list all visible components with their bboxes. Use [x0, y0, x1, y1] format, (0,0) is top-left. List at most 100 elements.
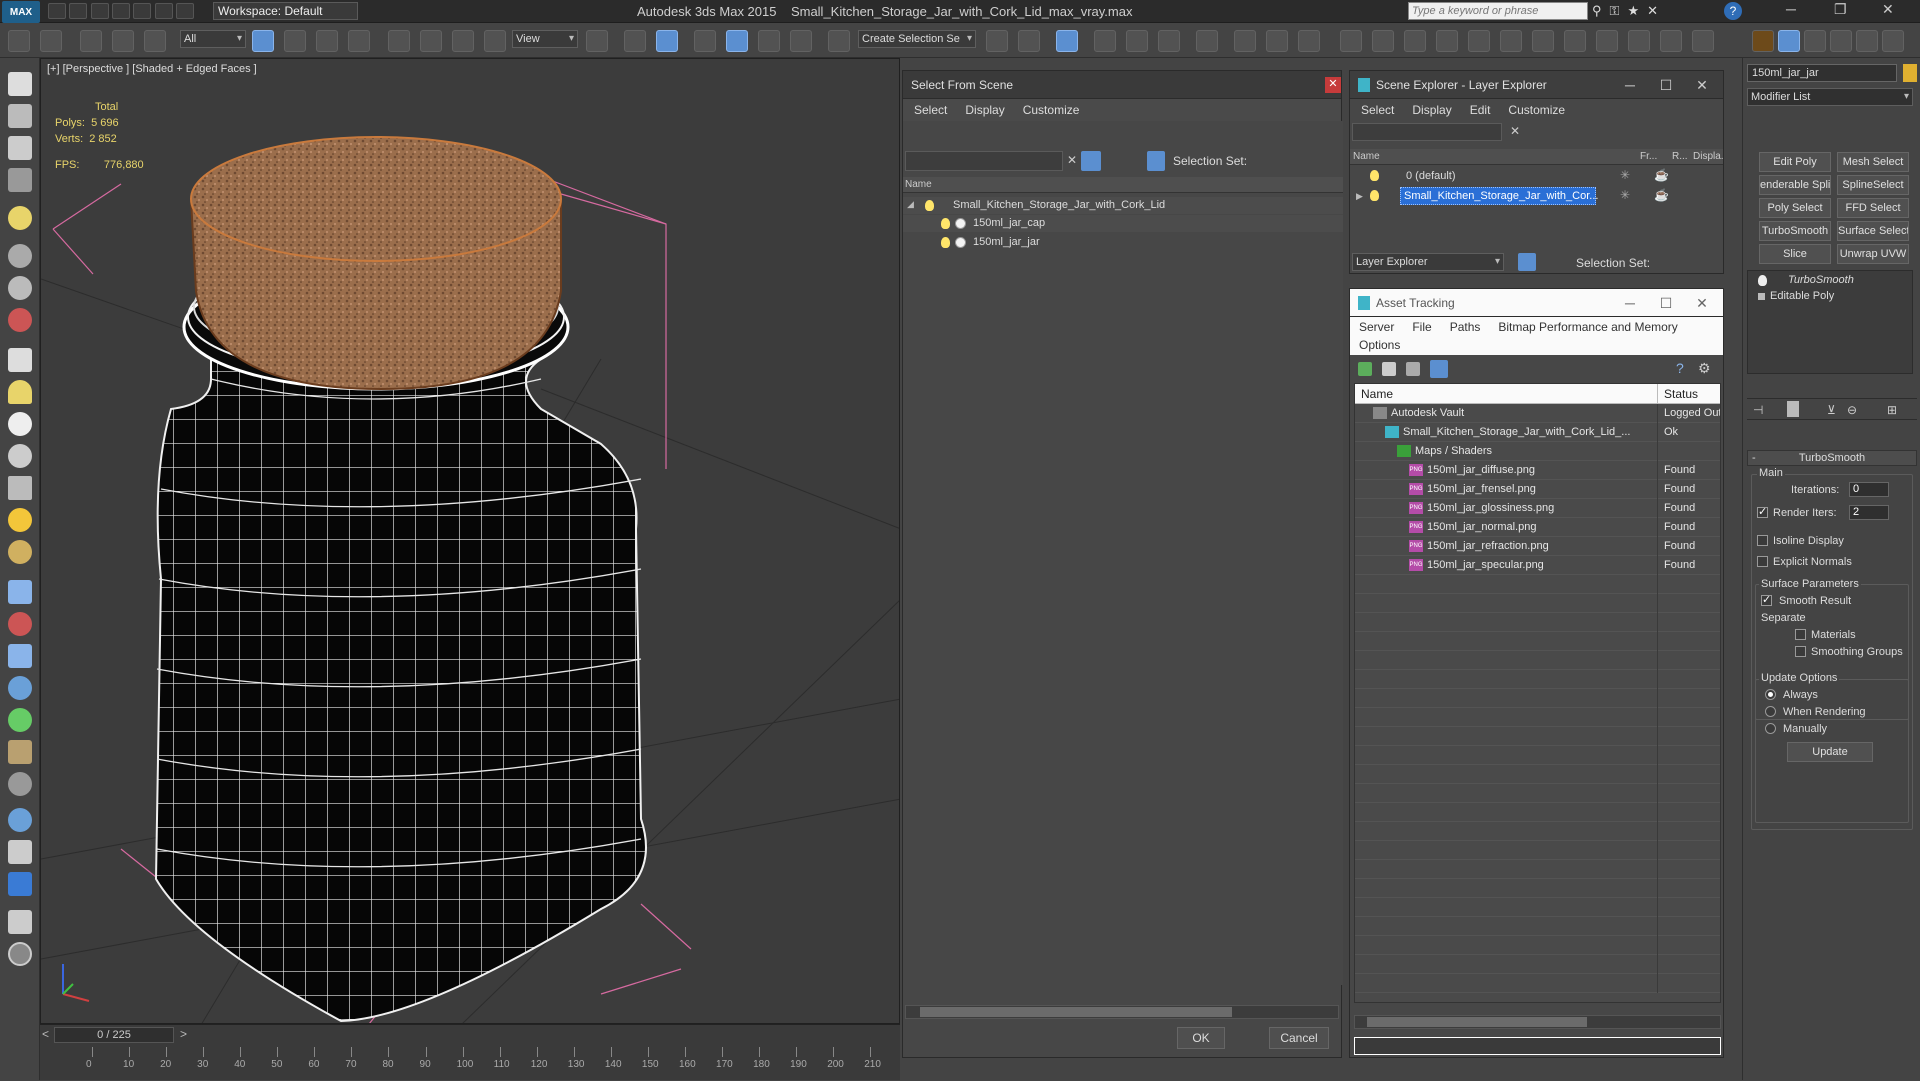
menu-display[interactable]: Display [1412, 103, 1451, 117]
schematic-view-icon[interactable] [1158, 30, 1180, 52]
scrollbar-thumb[interactable] [920, 1007, 1232, 1017]
tree-row-cap[interactable]: 150ml_jar_cap [903, 215, 1343, 232]
tree-row-root[interactable]: ◢ Small_Kitchen_Storage_Jar_with_Cork_Li… [903, 197, 1343, 214]
particles-icon[interactable] [8, 308, 32, 332]
menu-paths[interactable]: Paths [1450, 320, 1481, 334]
light-bulb-icon[interactable] [1370, 190, 1379, 201]
layer-row-jar[interactable]: ▶ Small_Kitchen_Storage_Jar_with_Cor... … [1350, 187, 1723, 205]
menu-display[interactable]: Display [965, 103, 1004, 117]
vray-frame-buffer-icon[interactable] [1564, 30, 1586, 52]
unlink-icon[interactable] [112, 30, 134, 52]
asset-row[interactable]: Autodesk Vault Logged Out [1355, 404, 1720, 423]
vray-plane-icon[interactable] [1468, 30, 1490, 52]
link-icon[interactable] [80, 30, 102, 52]
move-icon[interactable] [388, 30, 410, 52]
select-object-icon[interactable] [252, 30, 274, 52]
configure-sets-icon[interactable]: ⊞ [1887, 403, 1897, 417]
explicit-normals-checkbox[interactable] [1757, 556, 1768, 567]
find-input[interactable] [1352, 123, 1502, 141]
column-display[interactable]: Displa... [1693, 149, 1723, 165]
asset-row[interactable]: Small_Kitchen_Storage_Jar_with_Cork_Lid_… [1355, 423, 1720, 442]
filter-icon[interactable] [1081, 151, 1101, 171]
mesh-select-button[interactable]: Mesh Select [1837, 152, 1909, 172]
spline-select-button[interactable]: SplineSelect [1837, 175, 1909, 195]
menu-server[interactable]: Server [1359, 320, 1394, 334]
window-crossing-icon[interactable] [348, 30, 370, 52]
show-end-result-icon[interactable] [1787, 401, 1799, 417]
time-prev-arrow[interactable]: < [42, 1027, 49, 1041]
menu-file[interactable]: File [1412, 320, 1431, 334]
vray-fur-icon[interactable] [1404, 30, 1426, 52]
freeze-icon[interactable]: ✳ [1620, 168, 1630, 182]
column-name[interactable]: Name [1361, 387, 1393, 401]
ball-icon[interactable] [8, 540, 32, 564]
percent-snap-icon[interactable] [758, 30, 780, 52]
tree-row-jar[interactable]: 150ml_jar_jar [903, 234, 1343, 251]
object-color-swatch[interactable] [1903, 64, 1917, 82]
curve-editor-icon[interactable] [1126, 30, 1148, 52]
clear-find-icon[interactable]: ✕ [1510, 124, 1520, 138]
hair-icon[interactable] [8, 580, 32, 604]
vray-physical-camera-icon[interactable] [1532, 30, 1554, 52]
surface-select-button[interactable]: Surface Select [1837, 221, 1909, 241]
expand-arrow-icon[interactable]: ◢ [907, 199, 914, 210]
collapse-box-icon[interactable] [1758, 293, 1765, 300]
display-panel-icon[interactable] [1856, 30, 1878, 52]
explorer-type-dropdown[interactable]: Layer Explorer [1352, 253, 1504, 271]
close-button[interactable]: ✕ [1882, 1, 1894, 18]
keyword-search-input[interactable]: Type a keyword or phrase [1408, 2, 1588, 20]
hierarchy-panel-icon[interactable] [1804, 30, 1826, 52]
smoothing-groups-checkbox[interactable] [1795, 646, 1806, 657]
menu-customize[interactable]: Customize [1508, 103, 1565, 117]
column-name[interactable]: Name [1353, 149, 1380, 165]
poly-select-button[interactable]: Poly Select [1759, 198, 1831, 218]
update-manually-radio[interactable] [1765, 723, 1776, 734]
modifier-list-dropdown[interactable]: Modifier List [1747, 88, 1913, 106]
star-icon[interactable]: ★ [1627, 3, 1647, 18]
vray-sun-icon[interactable] [1372, 30, 1394, 52]
vray-icon[interactable] [8, 872, 32, 896]
render-icon[interactable] [8, 104, 32, 128]
render-teapot-icon[interactable]: ☕ [1654, 168, 1669, 182]
cone-icon[interactable] [8, 476, 32, 500]
vray-sphere-icon[interactable] [1500, 30, 1522, 52]
minimize-button[interactable]: ─ [1612, 293, 1648, 313]
horizontal-scrollbar[interactable] [905, 1005, 1339, 1019]
key-icon[interactable]: ⚿ [1610, 3, 1628, 18]
tree-view-icon[interactable] [1406, 362, 1420, 376]
isoline-checkbox[interactable] [1757, 535, 1768, 546]
angle-snap-icon[interactable] [726, 30, 748, 52]
selection-set-icon[interactable] [1147, 151, 1165, 171]
maximize-button[interactable]: ☐ [1648, 293, 1684, 313]
workspace-dropdown[interactable]: Workspace: Default [213, 2, 358, 20]
make-unique-icon[interactable]: ⊻ [1827, 403, 1836, 417]
grid-icon[interactable] [8, 168, 32, 192]
edit-poly-button[interactable]: Edit Poly [1759, 152, 1831, 172]
expand-arrow-icon[interactable]: ▶ [1356, 191, 1363, 202]
clear-find-icon[interactable]: ✕ [1067, 153, 1077, 167]
ornatrix-icon[interactable] [8, 772, 32, 796]
select-place-icon[interactable] [484, 30, 506, 52]
asset-row[interactable]: Maps / Shaders [1355, 442, 1720, 461]
update-always-radio[interactable] [1765, 689, 1776, 700]
x-icon[interactable]: ✕ [1647, 3, 1666, 18]
update-button[interactable]: Update [1787, 742, 1873, 762]
light-bulb-icon[interactable] [941, 218, 950, 229]
teapot-icon[interactable] [8, 72, 32, 96]
asset-row[interactable]: PNG 150ml_jar_refraction.png Found [1355, 537, 1720, 556]
scale-icon[interactable] [452, 30, 474, 52]
toggle-ribbon-icon[interactable] [1094, 30, 1116, 52]
materials-checkbox[interactable] [1795, 629, 1806, 640]
scatter-icon[interactable] [8, 644, 32, 668]
mirror-icon[interactable] [986, 30, 1008, 52]
vray-proxy-icon[interactable] [1436, 30, 1458, 52]
reference-coord-dropdown[interactable]: View [512, 30, 578, 48]
rotate-icon[interactable] [420, 30, 442, 52]
snaps-toggle-icon[interactable] [694, 30, 716, 52]
column-header-name[interactable]: Name [903, 177, 1343, 193]
menu-options[interactable]: Options [1359, 338, 1400, 352]
binoculars-icon[interactable]: ⚲ [1592, 3, 1610, 18]
vray-light-icon[interactable] [1340, 30, 1362, 52]
collapse-minus-icon[interactable]: - [1752, 451, 1756, 465]
sun-icon[interactable] [8, 508, 32, 532]
